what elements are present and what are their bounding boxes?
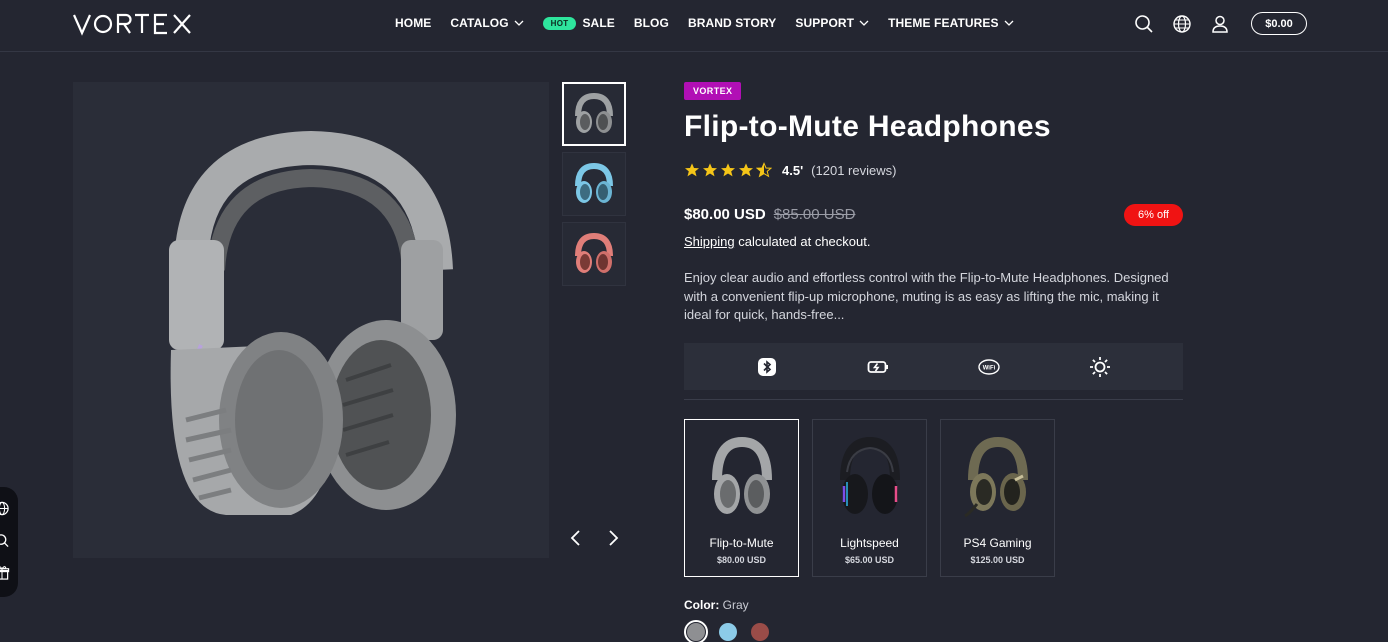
variant-price: $125.00 USD xyxy=(970,555,1025,565)
shipping-link[interactable]: Shipping xyxy=(684,234,735,249)
color-label-title: Color: xyxy=(684,598,720,612)
variant-card-ps4-gaming[interactable]: PS4 Gaming $125.00 USD xyxy=(940,419,1055,577)
swatch-red[interactable] xyxy=(748,620,772,642)
nav-catalog[interactable]: CATALOG xyxy=(450,16,524,30)
star-icon xyxy=(739,163,753,177)
thumbnail-red[interactable] xyxy=(562,222,626,286)
globe-icon[interactable] xyxy=(1171,13,1193,35)
nav-home[interactable]: HOME xyxy=(395,16,431,30)
variant-name: Lightspeed xyxy=(840,536,899,550)
shipping-text: calculated at checkout. xyxy=(734,234,871,249)
nav-blog-label: BLOG xyxy=(633,16,669,30)
thumbnail-headphones-gray xyxy=(575,92,613,133)
nav-theme-features-label: THEME FEATURES xyxy=(888,16,999,30)
nav-support[interactable]: SUPPORT xyxy=(795,16,869,30)
hot-badge: HOT xyxy=(542,16,577,30)
thumbnail-headphones-red xyxy=(575,232,613,273)
cart-button[interactable]: $0.00 xyxy=(1251,12,1307,35)
variant-image xyxy=(830,432,910,524)
search-icon[interactable] xyxy=(0,533,10,548)
thumbnail-headphones-blue xyxy=(575,162,613,203)
variant-card-lightspeed[interactable]: Lightspeed $65.00 USD xyxy=(812,419,927,577)
variant-card-flip-to-mute[interactable]: Flip-to-Mute $80.00 USD xyxy=(684,419,799,577)
thumbnail-strip xyxy=(562,82,626,292)
bluetooth-icon xyxy=(756,356,778,378)
chevron-down-icon xyxy=(859,20,869,26)
nav-sale[interactable]: HOT SALE xyxy=(542,16,615,30)
chevron-down-icon xyxy=(1004,20,1014,26)
brightness-icon xyxy=(1089,356,1111,378)
product-title: Flip-to-Mute Headphones xyxy=(684,110,1051,143)
product-main-image[interactable] xyxy=(73,82,549,558)
nav-brand-story-label: BRAND STORY xyxy=(687,16,777,30)
thumbnail-gray[interactable] xyxy=(562,82,626,146)
nav-sale-label: SALE xyxy=(582,16,615,30)
half-star-icon xyxy=(756,162,772,178)
thumbnail-blue[interactable] xyxy=(562,152,626,216)
chevron-down-icon xyxy=(514,20,524,26)
nav-theme-features[interactable]: THEME FEATURES xyxy=(888,16,1014,30)
logo[interactable] xyxy=(72,12,195,36)
nav-home-label: HOME xyxy=(395,16,432,30)
swatch-blue[interactable] xyxy=(716,620,740,642)
globe-icon[interactable] xyxy=(0,501,10,516)
star-icon xyxy=(721,163,735,177)
chevron-left-icon[interactable] xyxy=(566,528,586,548)
nav-brand-story[interactable]: BRAND STORY xyxy=(688,16,776,30)
color-swatches xyxy=(684,620,780,642)
shipping-note: Shipping calculated at checkout. xyxy=(684,234,870,249)
variant-name: PS4 Gaming xyxy=(963,536,1032,550)
star-icon xyxy=(703,163,717,177)
site-header: HOME CATALOG HOT SALE BLOG BRAND STORY S… xyxy=(0,0,1388,52)
gallery-nav xyxy=(566,528,640,548)
rating-stars xyxy=(684,162,774,178)
battery-charging-icon xyxy=(867,356,889,378)
review-count: (1201 reviews) xyxy=(811,162,897,178)
feature-icons-bar: WiFi xyxy=(684,343,1183,390)
variant-image xyxy=(702,432,782,524)
swatch-gray[interactable] xyxy=(684,620,708,642)
divider xyxy=(684,399,1183,400)
search-icon[interactable] xyxy=(1133,13,1155,35)
variant-name: Flip-to-Mute xyxy=(709,536,774,550)
variant-selector: Flip-to-Mute $80.00 USD Lightspeed $65.0… xyxy=(684,419,1068,577)
color-label: Color: Gray xyxy=(684,598,749,612)
compare-price: $85.00 USD xyxy=(773,206,856,223)
variant-price: $80.00 USD xyxy=(716,555,767,565)
floating-side-toolbar xyxy=(0,487,18,597)
sale-price: $80.00 USD xyxy=(684,206,766,223)
account-icon[interactable] xyxy=(1209,13,1231,35)
nav-blog[interactable]: BLOG xyxy=(634,16,669,30)
gift-icon[interactable] xyxy=(0,565,10,580)
product-rating[interactable]: 4.5' (1201 reviews) xyxy=(684,162,896,178)
discount-badge: 6% off xyxy=(1124,204,1183,226)
nav-support-label: SUPPORT xyxy=(795,16,855,30)
variant-price: $65.00 USD xyxy=(844,555,895,565)
headphones-image xyxy=(169,130,456,515)
chevron-right-icon[interactable] xyxy=(603,528,623,548)
wifi-icon: WiFi xyxy=(978,356,1000,378)
header-actions: $0.00 xyxy=(1133,12,1307,35)
cart-total: $0.00 xyxy=(1265,17,1293,30)
rating-value: 4.5' xyxy=(782,162,804,178)
product-description: Enjoy clear audio and effortless control… xyxy=(684,270,1169,322)
svg-text:WiFi: WiFi xyxy=(983,365,996,371)
color-label-value: Gray xyxy=(722,598,749,612)
price-row: $80.00 USD $85.00 USD xyxy=(684,206,855,223)
nav-catalog-label: CATALOG xyxy=(450,16,509,30)
main-nav: HOME CATALOG HOT SALE BLOG BRAND STORY S… xyxy=(395,0,1033,46)
star-icon xyxy=(685,163,699,177)
brand-badge[interactable]: VORTEX xyxy=(684,82,742,100)
variant-image xyxy=(958,432,1038,524)
